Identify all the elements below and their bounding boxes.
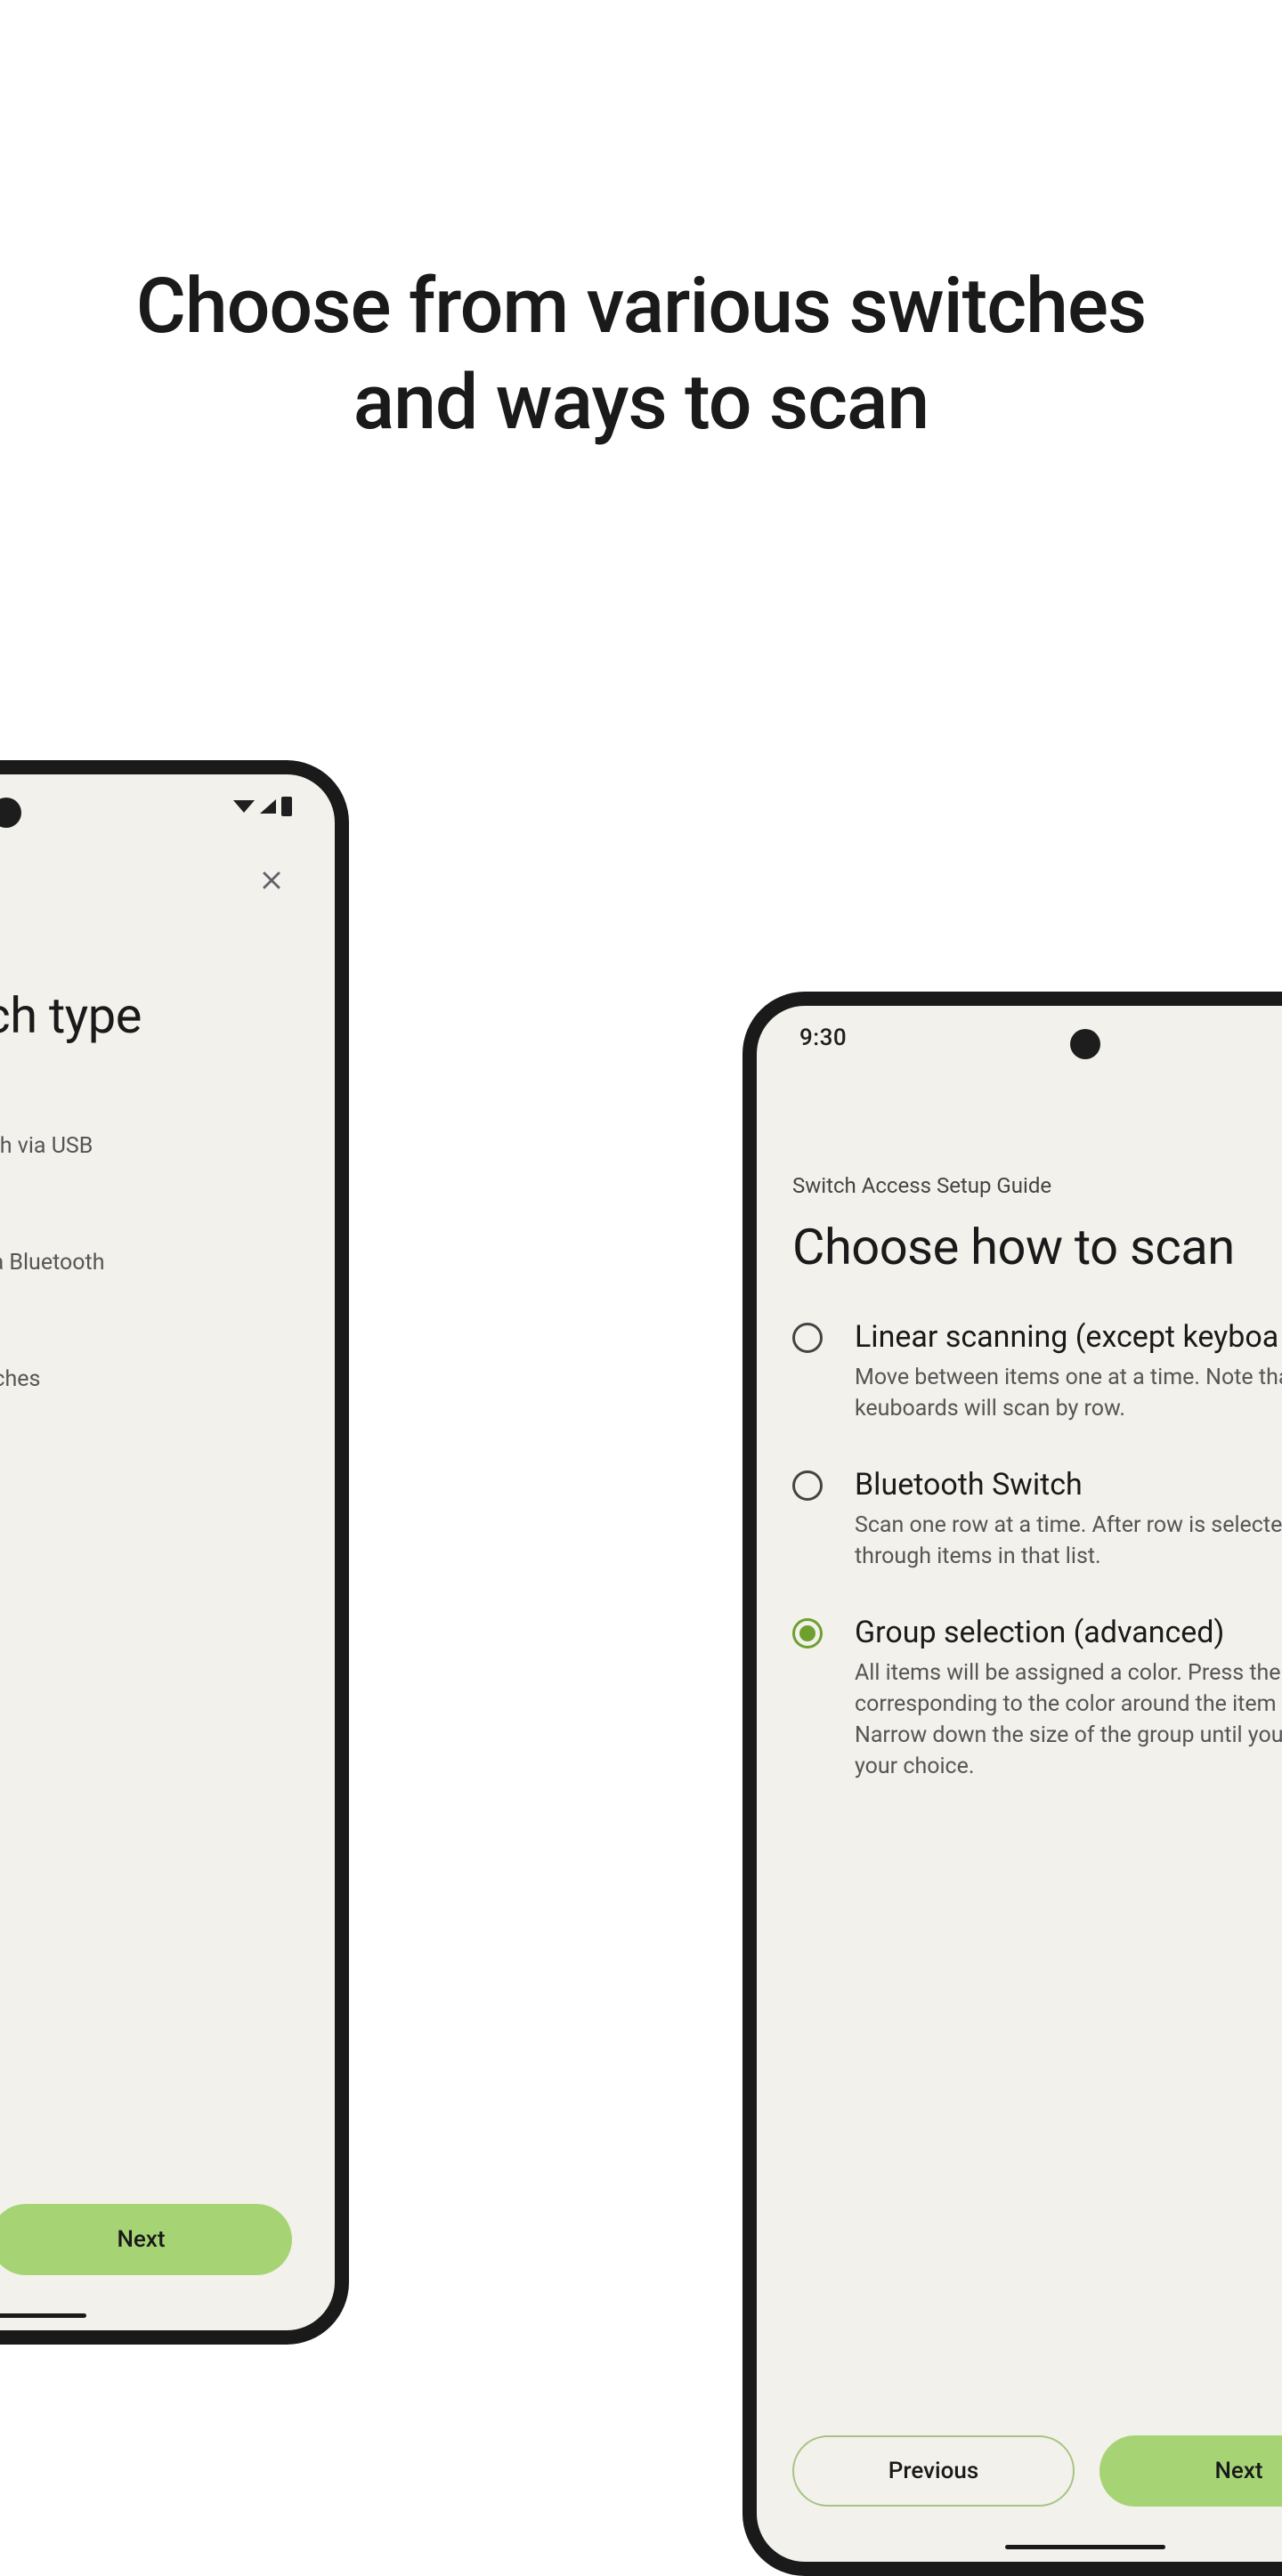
previous-button[interactable]: Previous — [792, 2435, 1075, 2507]
option-title: Group selection (advanced) — [855, 1615, 1282, 1650]
status-bar: 9:30 — [757, 1006, 1282, 1070]
screen-title: Choose how to scan — [792, 1218, 1282, 1276]
nav-pill-icon — [1005, 2545, 1165, 2549]
next-button[interactable]: Next — [0, 2204, 292, 2275]
hero-title: Choose from various switches and ways to… — [0, 258, 1282, 450]
screen-title: Choose a switch type — [0, 986, 292, 1045]
option-desc: All items will be assigned a color. Pres… — [855, 1657, 1282, 1782]
status-time: 9:30 — [799, 1025, 847, 1051]
close-icon — [256, 865, 287, 895]
option-title: Bluetooth Switch — [0, 1204, 292, 1240]
option-title: Camera Switch — [0, 1321, 292, 1357]
option-group-selection[interactable]: Group selection (advanced) All items wil… — [792, 1615, 1282, 1782]
option-camera-switch[interactable]: Camera Switch Use facial gesture as swit… — [0, 1321, 292, 1395]
option-desc: Pair a switch wirelessly via Bluetooth — [0, 1247, 292, 1278]
option-list: USB Switch Physically connect a switch v… — [0, 1088, 292, 1395]
hero-title-line1: Choose from various switches — [136, 261, 1147, 351]
battery-icon — [281, 797, 292, 816]
phone-screen-left: 0 witch Access Setup Guide Choose a swit… — [0, 774, 335, 2330]
hero-title-line2: and ways to scan — [353, 357, 929, 447]
option-desc: Scan one row at a time. After row is sel… — [855, 1510, 1282, 1572]
option-title: Linear scanning (except keyboa — [855, 1319, 1282, 1355]
option-desc: Use facial gesture as switches — [0, 1364, 292, 1395]
radio-selected-icon — [792, 1618, 823, 1648]
phone-frame-right: 9:30 Switch Access Setup Guide Choose ho… — [742, 992, 1282, 2576]
option-bluetooth-switch[interactable]: Bluetooth Switch Pair a switch wirelessl… — [0, 1204, 292, 1278]
option-bluetooth-switch[interactable]: Bluetooth Switch Scan one row at a time.… — [792, 1467, 1282, 1572]
status-icons — [233, 797, 292, 816]
camera-punch-icon — [1070, 1029, 1100, 1059]
status-bar: 0 — [0, 774, 335, 838]
setup-guide-label: Switch Access Setup Guide — [792, 1173, 1282, 1198]
option-list: Linear scanning (except keyboa Move betw… — [792, 1319, 1282, 1782]
cell-signal-icon — [260, 799, 276, 814]
radio-unselected-icon — [792, 1323, 823, 1353]
radio-unselected-icon — [792, 1470, 823, 1501]
option-desc: Move between items one at a time. Note t… — [855, 1362, 1282, 1424]
option-title: USB Switch — [0, 1088, 292, 1123]
wifi-icon — [233, 800, 255, 813]
option-linear-scanning[interactable]: Linear scanning (except keyboa Move betw… — [792, 1319, 1282, 1424]
option-usb-switch[interactable]: USB Switch Physically connect a switch v… — [0, 1088, 292, 1162]
nav-pill-icon — [0, 2313, 86, 2318]
option-desc: Physically connect a switch via USB — [0, 1130, 292, 1162]
close-button[interactable] — [256, 865, 287, 899]
option-title: Bluetooth Switch — [855, 1467, 1282, 1503]
phone-screen-right: 9:30 Switch Access Setup Guide Choose ho… — [757, 1006, 1282, 2562]
next-button[interactable]: Next — [1099, 2435, 1282, 2507]
setup-guide-label: witch Access Setup Guide — [0, 942, 292, 967]
phone-frame-left: 0 witch Access Setup Guide Choose a swit… — [0, 760, 349, 2345]
